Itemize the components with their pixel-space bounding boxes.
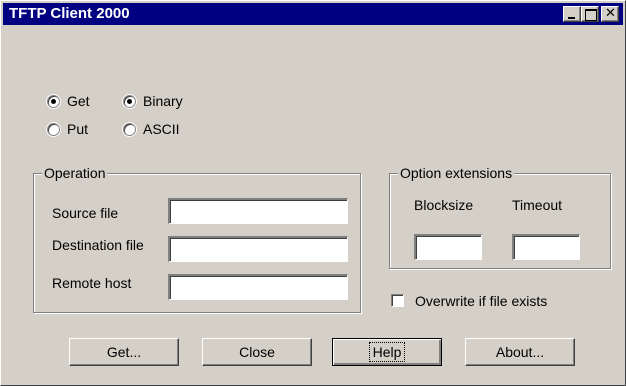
maximize-icon[interactable]	[581, 6, 599, 22]
radio-ascii-indicator	[123, 122, 136, 136]
help-button[interactable]: Help	[332, 338, 442, 366]
destination-file-label: Destination file	[52, 237, 144, 253]
overwrite-label[interactable]: Overwrite if file exists	[415, 292, 547, 310]
remote-host-label: Remote host	[52, 275, 132, 291]
radio-binary-indicator	[123, 94, 136, 108]
minimize-icon[interactable]	[563, 6, 581, 22]
about-button-label: About...	[495, 344, 545, 360]
overwrite-checkbox[interactable]	[391, 294, 404, 307]
title-bar[interactable]: TFTP Client 2000	[3, 3, 623, 25]
radio-put[interactable]: Put	[47, 119, 88, 139]
window-title: TFTP Client 2000	[9, 5, 130, 22]
radio-get-indicator	[47, 94, 60, 108]
get-button[interactable]: Get...	[69, 338, 179, 366]
option-extensions-legend: Option extensions	[398, 165, 515, 181]
destination-file-input[interactable]	[168, 236, 348, 262]
operation-legend: Operation	[42, 165, 108, 181]
option-extensions-group: Option extensions Blocksize Timeout	[389, 165, 611, 269]
radio-put-label: Put	[67, 121, 89, 137]
radio-ascii[interactable]: ASCII	[123, 119, 180, 139]
operation-group: Operation Source file Destination file R…	[33, 165, 361, 313]
source-file-label: Source file	[52, 205, 119, 221]
radio-binary[interactable]: Binary	[123, 91, 183, 111]
radio-binary-label: Binary	[143, 93, 183, 109]
radio-get[interactable]: Get	[47, 91, 90, 111]
source-file-input[interactable]	[168, 198, 348, 224]
blocksize-label: Blocksize	[414, 197, 474, 213]
help-button-label: Help	[368, 342, 406, 362]
about-button[interactable]: About...	[465, 338, 575, 366]
close-icon[interactable]	[601, 6, 619, 22]
radio-get-label: Get	[67, 93, 90, 109]
close-button-label: Close	[239, 344, 275, 360]
timeout-label: Timeout	[512, 197, 563, 213]
tftp-window: TFTP Client 2000 Get Put Binary ASCII Op…	[0, 0, 626, 386]
radio-ascii-label: ASCII	[143, 121, 180, 137]
get-button-label: Get...	[106, 344, 142, 360]
timeout-input[interactable]	[512, 234, 580, 260]
remote-host-input[interactable]	[168, 274, 348, 300]
radio-put-indicator	[47, 122, 60, 136]
blocksize-input[interactable]	[414, 234, 482, 260]
close-button[interactable]: Close	[202, 338, 312, 366]
